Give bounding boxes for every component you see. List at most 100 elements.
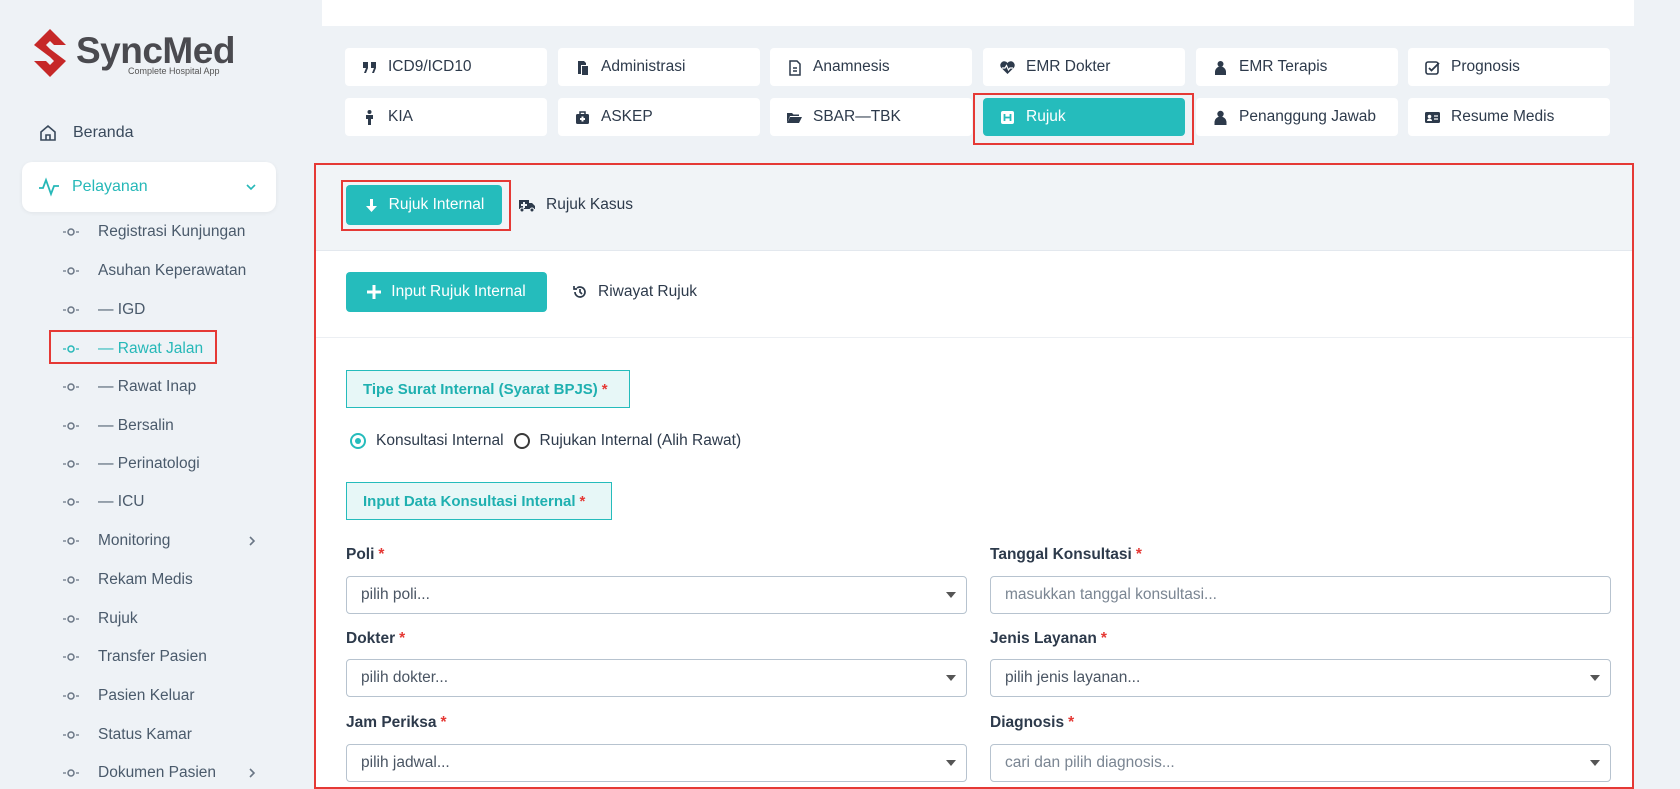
tab-sbar-tbk[interactable]: SBAR—TBK <box>770 98 972 136</box>
arrow-down-icon <box>365 198 377 212</box>
top-bar <box>322 0 1634 26</box>
id-card-icon <box>1425 111 1440 123</box>
chevron-down-icon <box>246 184 256 191</box>
heartbeat-icon <box>1000 60 1015 74</box>
poli-label: Poli * <box>346 546 385 563</box>
nav-pelayanan-label: Pelayanan <box>72 178 148 195</box>
rujuk-internal-button[interactable]: Rujuk Internal <box>346 185 502 225</box>
sidebar-item[interactable]: — ICU <box>62 490 145 514</box>
diagnosis-select[interactable]: cari dan pilih diagnosis... <box>990 744 1611 782</box>
sidebar-item[interactable]: Transfer Pasien <box>62 645 207 669</box>
input-rujuk-internal-button[interactable]: Input Rujuk Internal <box>346 272 547 312</box>
input-data-section-label: Input Data Konsultasi Internal * <box>346 482 612 520</box>
radio-circle[interactable] <box>513 433 530 449</box>
radio-label: Rujukan Internal (Alih Rawat) <box>539 432 742 449</box>
sidebar-item[interactable]: Status Kamar <box>62 723 192 747</box>
sidebar-item-label: Monitoring <box>98 532 171 549</box>
tab-anamnesis[interactable]: Anamnesis <box>770 48 972 86</box>
syncmed-logo-icon <box>34 29 66 77</box>
document-icon <box>789 59 801 76</box>
sidebar-item-label: Transfer Pasien <box>98 648 207 665</box>
medkit-icon <box>576 110 589 124</box>
tipe-surat-radio-group: Konsultasi Internal Rujukan Internal (Ali… <box>350 432 751 450</box>
caret-down-icon <box>946 760 956 766</box>
input-rujuk-internal-label: Input Rujuk Internal <box>391 283 526 300</box>
rujuk-kasus-button[interactable]: Rujuk Kasus <box>518 185 633 225</box>
tab-kia[interactable]: KIA <box>345 98 547 136</box>
bullet-icon <box>63 731 79 739</box>
plus-icon <box>367 285 382 299</box>
sidebar-item[interactable]: — Rawat Jalan <box>62 337 203 361</box>
rujuk-internal-label: Rujuk Internal <box>388 196 485 213</box>
user-icon <box>1214 110 1227 125</box>
sidebar-item[interactable]: Pasien Keluar <box>62 684 195 708</box>
sidebar-item-label: Status Kamar <box>98 726 192 743</box>
tab-emr-dokter[interactable]: EMR Dokter <box>983 48 1185 86</box>
nav-beranda[interactable]: Beranda <box>38 123 134 143</box>
sidebar-item[interactable]: — Perinatologi <box>62 452 200 476</box>
jam-periksa-label: Jam Periksa * <box>346 714 447 731</box>
tanggal-konsultasi-label: Tanggal Konsultasi * <box>990 546 1142 563</box>
tipe-surat-section-label: Tipe Surat Internal (Syarat BPJS) * <box>346 370 630 408</box>
sidebar-item[interactable]: Dokumen Pasien <box>62 761 256 785</box>
home-icon <box>40 124 56 141</box>
tab-resume-medis[interactable]: Resume Medis <box>1408 98 1610 136</box>
user-doctor-icon <box>1215 60 1226 75</box>
sidebar-item[interactable]: — Rawat Inap <box>62 375 196 399</box>
tab-label: EMR Terapis <box>1239 58 1328 75</box>
child-icon <box>366 109 373 125</box>
bullet-icon <box>63 615 79 623</box>
tab-askep[interactable]: ASKEP <box>558 98 760 136</box>
tab-label: ASKEP <box>601 108 653 125</box>
tab-label: SBAR—TBK <box>813 108 901 125</box>
caret-down-icon <box>1590 675 1600 681</box>
nav-pelayanan[interactable]: Pelayanan <box>22 162 276 212</box>
riwayat-rujuk-button[interactable]: Riwayat Rujuk <box>572 272 697 312</box>
sidebar-item-label: Asuhan Keperawatan <box>98 262 247 279</box>
poli-select[interactable]: pilih poli... <box>346 576 967 614</box>
quote-icon <box>363 61 376 73</box>
rujuk-kasus-label: Rujuk Kasus <box>546 196 634 213</box>
tab-rujuk[interactable]: Rujuk <box>983 98 1185 136</box>
tab-icd9-icd10[interactable]: ICD9/ICD10 <box>345 48 547 86</box>
radio-rujukan-internal[interactable]: Rujukan Internal (Alih Rawat) <box>513 432 742 450</box>
sidebar-item-label: Dokumen Pasien <box>98 764 217 781</box>
sidebar-item[interactable]: — Bersalin <box>62 414 174 438</box>
copy-icon <box>578 60 588 75</box>
sidebar-item[interactable]: Asuhan Keperawatan <box>62 259 246 283</box>
sidebar-item[interactable]: Registrasi Kunjungan <box>62 220 245 244</box>
bullet-icon <box>63 422 79 430</box>
tab-prognosis[interactable]: Prognosis <box>1408 48 1610 86</box>
caret-down-icon <box>1590 760 1600 766</box>
sidebar-item-label: — Rawat Jalan <box>98 340 204 357</box>
bullet-icon <box>63 769 79 777</box>
sidebar-item[interactable]: — IGD <box>62 298 145 322</box>
bullet-icon <box>63 228 79 236</box>
sidebar-item[interactable]: Rekam Medis <box>62 568 193 592</box>
rujuk-panel: Rujuk Internal Rujuk Kasus Input Rujuk I… <box>314 163 1634 789</box>
jam-periksa-select[interactable]: pilih jadwal... <box>346 744 967 782</box>
tab-administrasi[interactable]: Administrasi <box>558 48 760 86</box>
tab-emr-terapis[interactable]: EMR Terapis <box>1196 48 1398 86</box>
tab-label: Prognosis <box>1451 58 1520 75</box>
bullet-icon <box>63 306 79 314</box>
sidebar-item-label: Rekam Medis <box>98 571 193 588</box>
tab-penanggung-jawab[interactable]: Penanggung Jawab <box>1196 98 1398 136</box>
tanggal-konsultasi-input[interactable]: masukkan tanggal konsultasi... <box>990 576 1611 614</box>
jenis-layanan-select[interactable]: pilih jenis layanan... <box>990 659 1611 697</box>
dokter-select[interactable]: pilih dokter... <box>346 659 967 697</box>
radio-circle[interactable] <box>350 433 366 449</box>
action-bar: Input Rujuk Internal Riwayat Rujuk <box>316 251 1632 338</box>
sidebar-item-label: — Rawat Inap <box>98 378 197 395</box>
bullet-icon <box>63 267 79 275</box>
sidebar-item-label: Registrasi Kunjungan <box>98 223 246 240</box>
sidebar-item[interactable]: Rujuk <box>62 607 138 631</box>
sidebar-item-label: — Perinatologi <box>98 455 200 472</box>
sidebar: SyncMed Complete Hospital App Beranda Pe… <box>0 0 300 789</box>
tab-label: Rujuk <box>1026 108 1066 125</box>
caret-down-icon <box>946 592 956 598</box>
logo[interactable]: SyncMed Complete Hospital App <box>30 27 235 79</box>
radio-konsultasi-internal[interactable]: Konsultasi Internal <box>350 432 504 450</box>
chevron-right-icon <box>249 536 256 546</box>
sidebar-item[interactable]: Monitoring <box>62 529 256 553</box>
